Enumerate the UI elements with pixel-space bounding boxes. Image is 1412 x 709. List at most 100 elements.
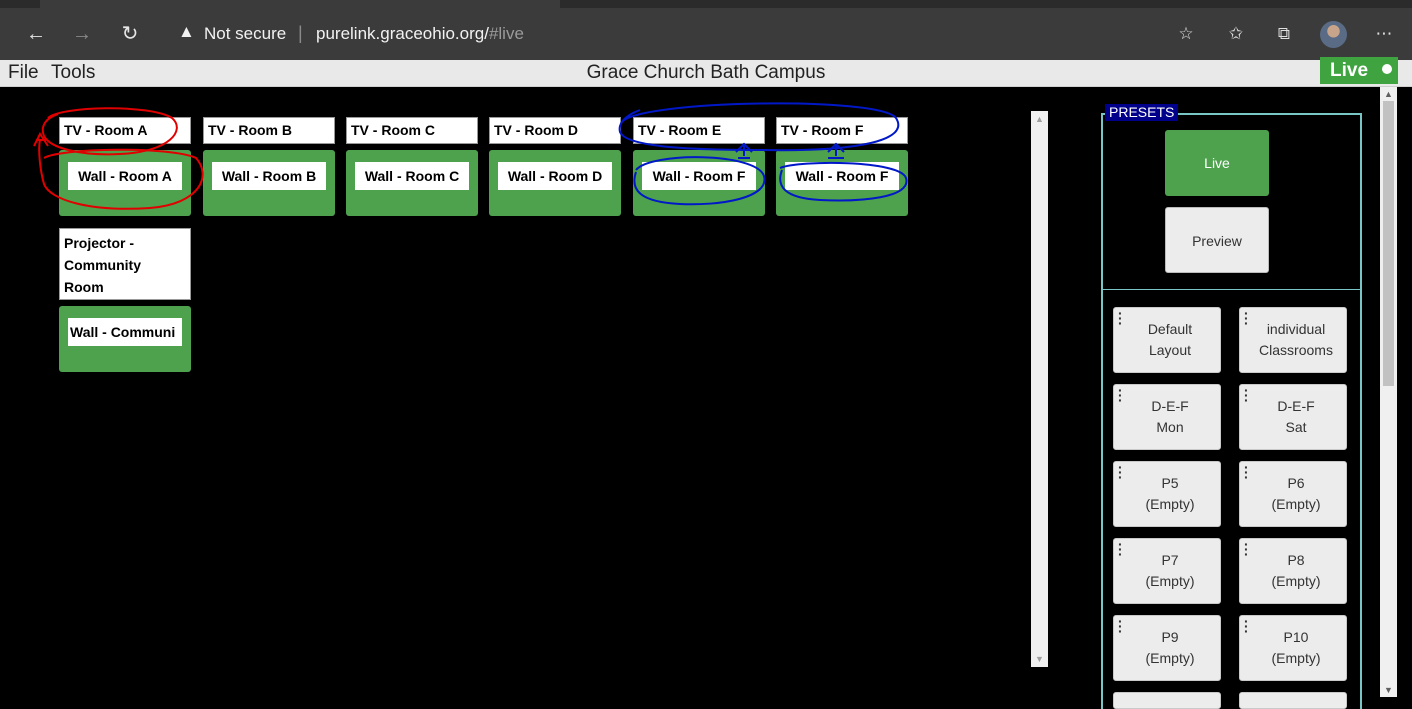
menu-file[interactable]: File <box>8 62 39 84</box>
more-icon[interactable]: ⋯ <box>1370 20 1398 48</box>
preset-name: (Empty) <box>1271 650 1321 666</box>
page-scrollbar[interactable]: ▲ ▼ <box>1380 87 1397 697</box>
kebab-menu-icon[interactable]: · · · <box>1118 537 1123 561</box>
kebab-menu-icon[interactable]: · · · <box>1244 537 1249 561</box>
favorites-icon[interactable]: ✩ <box>1222 20 1250 48</box>
source-label: Wall - Room C <box>355 162 469 190</box>
preset-7-button[interactable]: · · · P7 (Empty) <box>1113 537 1221 604</box>
preset-name: individual <box>1266 321 1326 337</box>
scrollbar-thumb[interactable] <box>1383 101 1394 386</box>
source-tile-room-c[interactable]: Wall - Room C <box>346 150 478 216</box>
projector-label-line: Projector - <box>64 235 135 251</box>
preset-5-button[interactable]: · · · P5 (Empty) <box>1113 460 1221 527</box>
tab-strip <box>0 0 1412 8</box>
address-bar[interactable]: ▲ Not secure | purelink.graceohio.org/#l… <box>170 19 1210 49</box>
scroll-up-icon[interactable]: ▲ <box>1031 114 1048 124</box>
kebab-menu-icon[interactable]: · · · <box>1244 614 1249 638</box>
preset-name: (Empty) <box>1271 496 1321 512</box>
routing-canvas: TV - Room A TV - Room B TV - Room C TV -… <box>0 87 1412 709</box>
preset-name: Layout <box>1148 342 1192 358</box>
scroll-down-icon[interactable]: ▼ <box>1031 654 1048 664</box>
kebab-menu-icon[interactable]: · · · <box>1118 460 1123 484</box>
preset-name: P5 <box>1161 475 1179 491</box>
source-label: Wall - Communi <box>68 318 182 346</box>
preset-name: (Empty) <box>1145 496 1195 512</box>
preset-name: P8 <box>1287 552 1305 568</box>
live-label: Live <box>1330 60 1369 81</box>
back-arrow-icon[interactable]: ← <box>22 20 50 48</box>
address-separator: | <box>298 23 303 43</box>
output-tv-room-a[interactable]: TV - Room A <box>59 117 191 144</box>
scroll-down-icon[interactable]: ▼ <box>1380 685 1397 695</box>
output-tv-room-f[interactable]: TV - Room F <box>776 117 908 144</box>
projector-label-line: Community <box>64 257 141 273</box>
source-tile-community[interactable]: Wall - Communi <box>59 306 191 372</box>
url-domain: purelink.graceohio.org/ <box>316 24 489 43</box>
source-tile-room-f[interactable]: Wall - Room F <box>776 150 908 216</box>
url-fragment: #live <box>488 24 524 43</box>
warning-icon[interactable]: ▲ <box>178 22 195 42</box>
profile-avatar[interactable] <box>1320 21 1347 48</box>
preset-name: (Empty) <box>1145 573 1195 589</box>
url-text[interactable]: purelink.graceohio.org/#live <box>316 24 524 44</box>
active-tab[interactable] <box>40 0 560 8</box>
add-favorite-icon[interactable]: ☆ <box>1172 20 1200 48</box>
preset-6-button[interactable]: · · · P6 (Empty) <box>1239 460 1347 527</box>
output-projector-community-room[interactable]: Projector - Community Room <box>59 228 191 300</box>
preset-1-button[interactable]: · · · Default Layout <box>1113 306 1221 373</box>
preset-name: Mon <box>1156 419 1184 435</box>
source-tile-room-a[interactable]: Wall - Room A <box>59 150 191 216</box>
source-label: Wall - Room B <box>212 162 326 190</box>
preset-name: Default <box>1147 321 1193 337</box>
kebab-menu-icon[interactable]: · · · <box>1244 306 1249 330</box>
kebab-menu-icon[interactable]: · · · <box>1244 460 1249 484</box>
source-tile-room-b[interactable]: Wall - Room B <box>203 150 335 216</box>
preset-3-button[interactable]: · · · D-E-F Mon <box>1113 383 1221 450</box>
forward-arrow-icon[interactable]: → <box>68 20 96 48</box>
scroll-up-icon[interactable]: ▲ <box>1380 89 1397 99</box>
page-title: Grace Church Bath Campus <box>586 62 826 83</box>
menu-tools[interactable]: Tools <box>51 62 95 84</box>
preset-name: P9 <box>1161 629 1179 645</box>
kebab-menu-icon[interactable]: · · · <box>1118 614 1123 638</box>
source-tile-room-e[interactable]: Wall - Room F <box>633 150 765 216</box>
preset-name: Classrooms <box>1259 342 1333 358</box>
preset-live-button[interactable]: Live <box>1165 130 1269 196</box>
preset-8-button[interactable]: · · · P8 (Empty) <box>1239 537 1347 604</box>
kebab-menu-icon[interactable]: · · · <box>1118 306 1123 330</box>
preset-name: (Empty) <box>1271 573 1321 589</box>
collections-icon[interactable]: ⧉ <box>1270 20 1298 48</box>
projector-label-line: Room <box>64 279 104 295</box>
app-menubar: File Tools Grace Church Bath Campus <box>0 60 1412 87</box>
preset-name: D-E-F <box>1151 398 1189 414</box>
browser-toolbar: ← → ↻ ▲ Not secure | purelink.graceohio.… <box>0 0 1412 60</box>
presets-legend: PRESETS <box>1105 104 1179 121</box>
outputs-scrollbar[interactable]: ▲ ▼ <box>1031 111 1048 667</box>
output-tv-room-d[interactable]: TV - Room D <box>489 117 621 144</box>
preset-12-button[interactable] <box>1239 692 1347 709</box>
kebab-menu-icon[interactable]: · · · <box>1118 383 1123 407</box>
preset-10-button[interactable]: · · · P10 (Empty) <box>1239 614 1347 681</box>
kebab-menu-icon[interactable]: · · · <box>1244 383 1249 407</box>
refresh-icon[interactable]: ↻ <box>116 20 144 48</box>
preset-preview-button[interactable]: Preview <box>1165 207 1269 273</box>
preset-2-button[interactable]: · · · individual Classrooms <box>1239 306 1347 373</box>
output-tv-room-c[interactable]: TV - Room C <box>346 117 478 144</box>
source-label: Wall - Room D <box>498 162 612 190</box>
preset-9-button[interactable]: · · · P9 (Empty) <box>1113 614 1221 681</box>
preset-name: D-E-F <box>1277 398 1315 414</box>
preset-name: P6 <box>1287 475 1305 491</box>
source-label: Wall - Room F <box>785 162 899 190</box>
output-tv-room-e[interactable]: TV - Room E <box>633 117 765 144</box>
live-indicator[interactable]: Live <box>1320 57 1398 84</box>
output-tv-room-b[interactable]: TV - Room B <box>203 117 335 144</box>
preset-11-button[interactable] <box>1113 692 1221 709</box>
source-label: Wall - Room F <box>642 162 756 190</box>
live-dot-icon <box>1382 64 1392 74</box>
presets-divider <box>1103 289 1360 290</box>
preset-name: Sat <box>1285 419 1307 435</box>
security-label[interactable]: Not secure <box>204 24 286 44</box>
preset-name: (Empty) <box>1145 650 1195 666</box>
source-tile-room-d[interactable]: Wall - Room D <box>489 150 621 216</box>
preset-4-button[interactable]: · · · D-E-F Sat <box>1239 383 1347 450</box>
